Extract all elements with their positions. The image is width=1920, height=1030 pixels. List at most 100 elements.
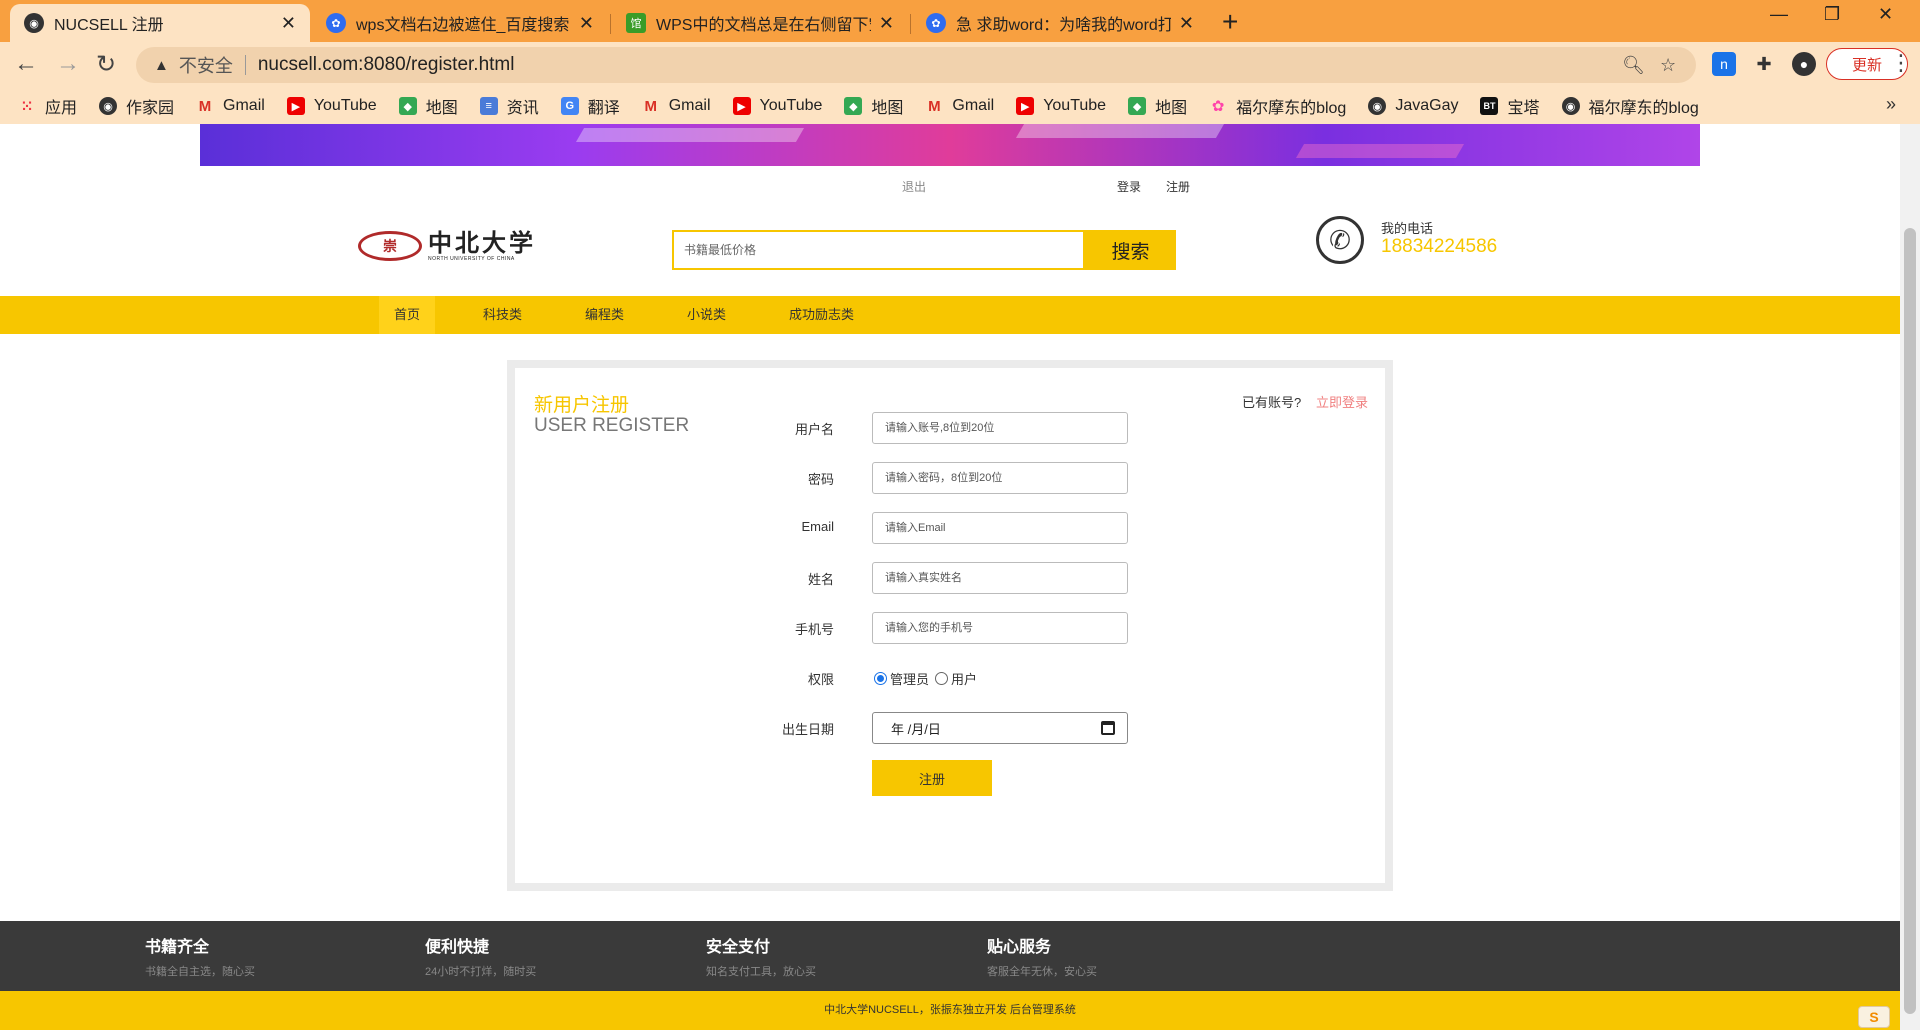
promo-banner[interactable]	[200, 124, 1700, 166]
extension-n-icon[interactable]: n	[1712, 52, 1736, 76]
login-now-link[interactable]: 立即登录	[1316, 392, 1368, 411]
url-text[interactable]: nucsell.com:8080/register.html	[258, 54, 515, 76]
scrollbar-thumb[interactable]	[1904, 228, 1916, 1014]
nav-item-novel[interactable]: 小说类	[672, 296, 741, 334]
back-arrow-icon[interactable]: ←	[14, 50, 38, 78]
bookmark-item[interactable]: ≡ 资讯	[479, 94, 539, 118]
phone-icon: ✆	[1316, 216, 1364, 264]
admin-system-link[interactable]: 后台管理系统	[1010, 1004, 1076, 1016]
bookmark-item[interactable]: ◉ 作家园	[99, 94, 174, 118]
reload-icon[interactable]: ↻	[96, 50, 116, 79]
bookmark-apps[interactable]: ⁙ 应用	[18, 94, 77, 118]
sogou-ime-icon[interactable]: S	[1858, 1006, 1890, 1028]
restore-button[interactable]: ❐	[1824, 4, 1840, 25]
bookmark-item[interactable]: ◉ 福尔摩东的blog	[1561, 94, 1699, 118]
close-icon[interactable]: ✕	[1179, 13, 1194, 34]
gmail-icon: M	[644, 97, 657, 115]
nav-item-programming[interactable]: 编程类	[570, 296, 639, 334]
star-bookmark-icon[interactable]: ☆	[1660, 55, 1676, 76]
footer-features: 书籍齐全 书籍全自主选，随心买 便利快捷 24小时不打烊，随时买 安全支付 知名…	[0, 921, 1900, 991]
search-button[interactable]: 搜索	[1085, 230, 1176, 270]
feature-title: 安全支付	[706, 939, 771, 956]
role-user-radio[interactable]	[935, 672, 949, 685]
browser-tab-bar: ◉ NUCSELL 注册 ✕ ✿ wps文档右边被遮住_百度搜索 ✕ 馆 WPS…	[0, 0, 1920, 42]
bookmark-item[interactable]: G 翻译	[560, 94, 620, 118]
bookmark-item[interactable]: ▶ YouTube	[732, 97, 822, 115]
gmail-icon: M	[928, 97, 941, 115]
bookmark-label: YouTube	[1043, 97, 1107, 114]
bookmark-label: Gmail	[223, 97, 265, 114]
bookmark-item[interactable]: M Gmail	[196, 97, 265, 115]
feature-title: 书籍齐全	[145, 939, 210, 956]
bookmark-item[interactable]: ✿ 福尔摩东的blog	[1209, 94, 1347, 118]
tab-nucsell-register[interactable]: ◉ NUCSELL 注册 ✕	[10, 4, 310, 42]
password-input[interactable]	[872, 462, 1128, 494]
bookmarks-bar: ⁙ 应用 ◉ 作家园 M Gmail ▶ YouTube ◆ 地图 ≡ 资讯 G 翻译 M Gm…	[0, 88, 1920, 124]
bookmark-item[interactable]: ▶ YouTube	[1016, 97, 1106, 115]
banner-decoration	[1295, 144, 1465, 158]
have-account-text: 已有账号?	[1242, 395, 1302, 410]
banner-decoration	[1015, 124, 1225, 138]
calendar-icon[interactable]	[1101, 721, 1115, 735]
tab-word-help[interactable]: ✿ 急 求助word：为啥我的word打开 ✕	[912, 4, 1208, 42]
bookmark-label: 应用	[45, 100, 78, 117]
bookmark-item[interactable]: BT 宝塔	[1480, 94, 1540, 118]
realname-input[interactable]	[872, 562, 1128, 594]
register-link[interactable]: 注册	[1166, 178, 1190, 195]
university-logo[interactable]: 崇 中北大学 NORTH UNIVERSITY OF CHINA	[358, 230, 536, 262]
zoom-magnifier-icon[interactable]: 🔍︎	[1622, 55, 1645, 76]
register-submit-button[interactable]: 注册	[872, 760, 992, 796]
bookmark-label: 福尔摩东的blog	[1588, 100, 1699, 117]
nav-item-success[interactable]: 成功励志类	[774, 296, 869, 334]
nav-item-home[interactable]: 首页	[379, 296, 436, 334]
tab-title: 急 求助word：为啥我的word打开	[956, 17, 1171, 34]
feature-convenient: 便利快捷 24小时不打烊，随时买	[425, 933, 536, 979]
address-divider	[244, 55, 246, 75]
bookmark-item[interactable]: M Gmail	[642, 97, 711, 115]
birthdate-input[interactable]: 年 /月/日	[872, 712, 1128, 744]
name-label: 姓名	[807, 572, 834, 587]
username-input[interactable]	[872, 412, 1128, 444]
tab-baidu-search[interactable]: ✿ wps文档右边被遮住_百度搜索 ✕	[312, 4, 608, 42]
role-admin-radio[interactable]	[874, 672, 887, 685]
register-title-cn: 新用户注册	[534, 395, 630, 416]
page-scrollbar[interactable]	[1900, 124, 1920, 1030]
youtube-icon: ▶	[1016, 97, 1035, 115]
minimize-button[interactable]: —	[1770, 4, 1788, 25]
logout-link[interactable]: 退出	[902, 178, 926, 195]
bookmark-item[interactable]: ▶ YouTube	[286, 97, 377, 115]
bt-icon: BT	[1480, 97, 1499, 115]
username-label: 用户名	[794, 422, 834, 437]
footer-text: 中北大学NUCSELL，张振东独立开发	[824, 1004, 1007, 1016]
close-icon[interactable]: ✕	[879, 13, 894, 34]
login-link[interactable]: 登录	[1117, 178, 1141, 195]
bookmark-item[interactable]: ◆ 地图	[1128, 94, 1187, 118]
email-input[interactable]	[872, 512, 1128, 544]
close-icon[interactable]: ✕	[579, 13, 594, 34]
nav-item-tech[interactable]: 科技类	[468, 296, 537, 334]
phone-input[interactable]	[872, 612, 1128, 644]
profile-avatar-icon[interactable]: ●	[1792, 52, 1816, 76]
maps-icon: ◆	[398, 97, 417, 115]
tab-wps-question[interactable]: 馆 WPS中的文档总是在右侧留下空白 ✕	[612, 4, 908, 42]
bookmark-item[interactable]: ◆ 地图	[844, 94, 903, 118]
address-bar[interactable]: ▲ 不安全 nucsell.com:8080/register.html 🔍︎ …	[136, 47, 1696, 83]
bookmark-item[interactable]: M Gmail	[925, 97, 994, 115]
role-admin-label: 管理员	[890, 672, 930, 687]
email-label: Email	[801, 519, 834, 534]
bookmark-item[interactable]: ◆ 地图	[398, 94, 458, 118]
close-window-button[interactable]: ✕	[1878, 4, 1893, 25]
phone-field-label: 手机号	[794, 622, 834, 637]
forward-arrow-icon[interactable]: →	[56, 50, 80, 78]
more-menu-icon[interactable]: ⋮	[1890, 50, 1912, 76]
tab-title: NUCSELL 注册	[54, 17, 164, 34]
puzzle-extensions-icon[interactable]: ✚	[1752, 52, 1776, 76]
bookmark-item[interactable]: ◉ JavaGay	[1368, 97, 1458, 115]
bookmark-label: 地图	[871, 100, 904, 117]
bookmark-label: Gmail	[668, 97, 711, 114]
bookmarks-overflow-icon[interactable]: »	[1886, 94, 1896, 115]
new-tab-button[interactable]: +	[1222, 6, 1238, 38]
phone-label: 我的电话	[1381, 221, 1434, 236]
close-icon[interactable]: ✕	[281, 13, 296, 34]
search-input[interactable]	[672, 230, 1085, 270]
